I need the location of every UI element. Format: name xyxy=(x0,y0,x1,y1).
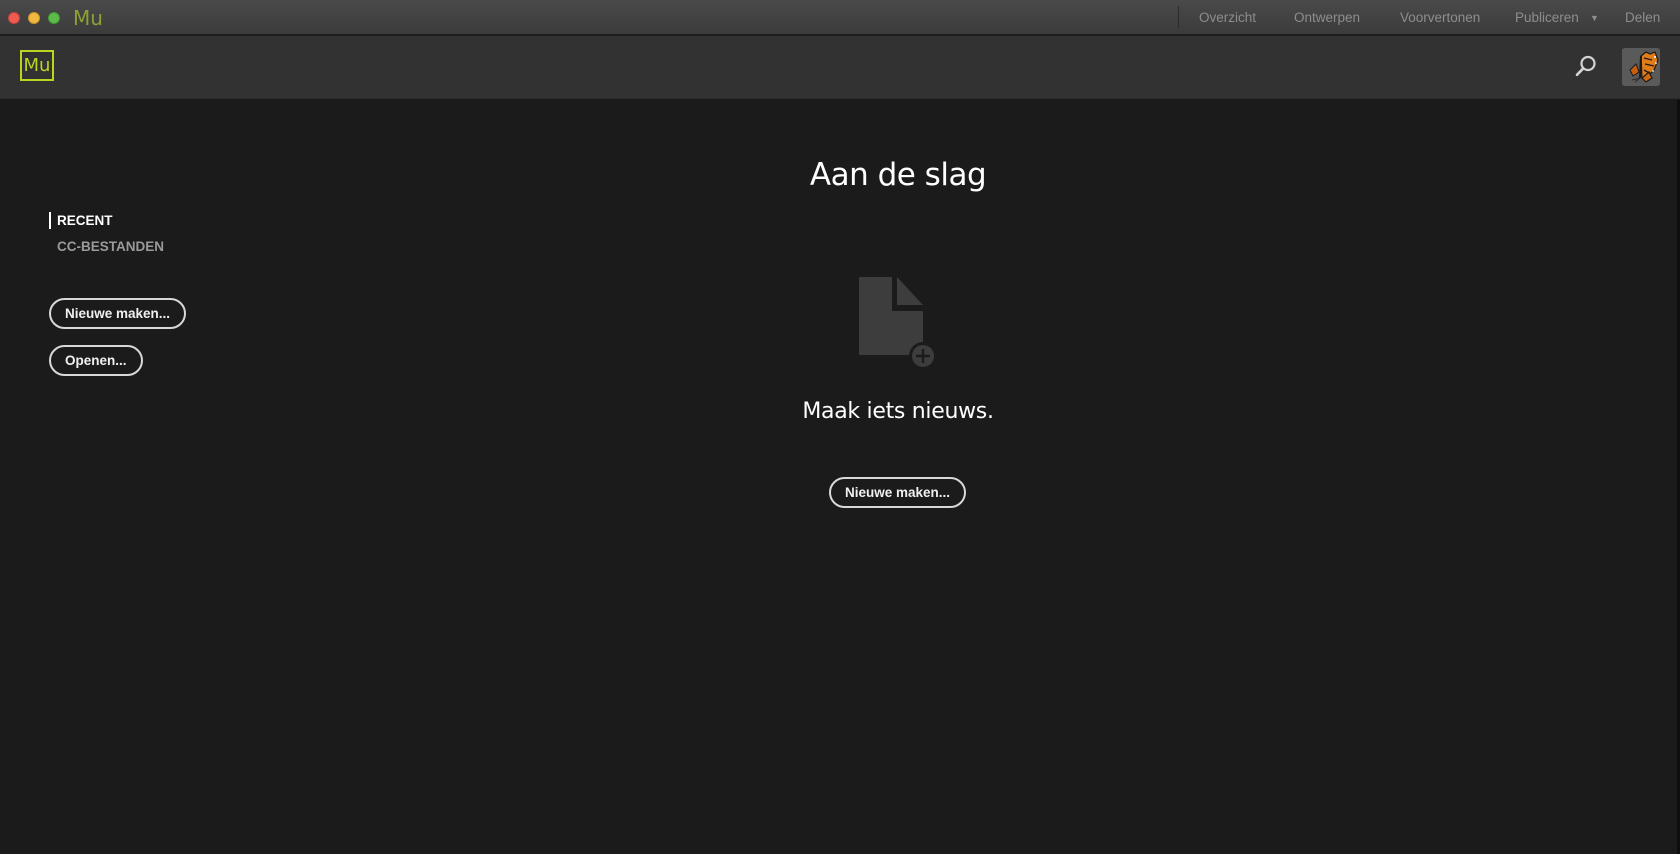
main-new-button[interactable]: Nieuwe maken... xyxy=(829,477,967,508)
page-title: Aan de slag xyxy=(809,157,987,193)
app-header: Mu xyxy=(0,36,1680,99)
nav-ontwerpen[interactable]: Ontwerpen xyxy=(1294,10,1360,25)
app-name: Mu xyxy=(73,6,103,30)
page-subtitle: Maak iets nieuws. xyxy=(802,399,994,424)
nav-delen[interactable]: Delen xyxy=(1625,10,1660,25)
active-tab-indicator xyxy=(49,212,51,229)
caret-down-icon[interactable]: ▼ xyxy=(1590,13,1599,23)
sidebar-open-button[interactable]: Openen... xyxy=(49,345,143,376)
nav-divider xyxy=(1178,6,1179,28)
user-avatar[interactable] xyxy=(1622,48,1660,86)
search-icon[interactable] xyxy=(1574,54,1598,78)
sidebar-new-button[interactable]: Nieuwe maken... xyxy=(49,298,187,329)
title-bar: Mu Overzicht Ontwerpen Voorvertonen Publ… xyxy=(0,0,1680,35)
tab-recent[interactable]: RECENT xyxy=(57,213,113,228)
nav-voorvertonen[interactable]: Voorvertonen xyxy=(1400,10,1480,25)
nav-overzicht[interactable]: Overzicht xyxy=(1199,10,1256,25)
tab-cc-bestanden[interactable]: CC-BESTANDEN xyxy=(57,239,164,254)
minimize-window-button[interactable] xyxy=(28,12,40,24)
new-document-icon xyxy=(859,277,937,370)
zoom-window-button[interactable] xyxy=(48,12,60,24)
close-window-button[interactable] xyxy=(8,12,20,24)
nav-publiceren[interactable]: Publiceren xyxy=(1515,10,1579,25)
muse-logo: Mu xyxy=(20,50,54,81)
butterfly-avatar-icon xyxy=(1622,48,1660,86)
